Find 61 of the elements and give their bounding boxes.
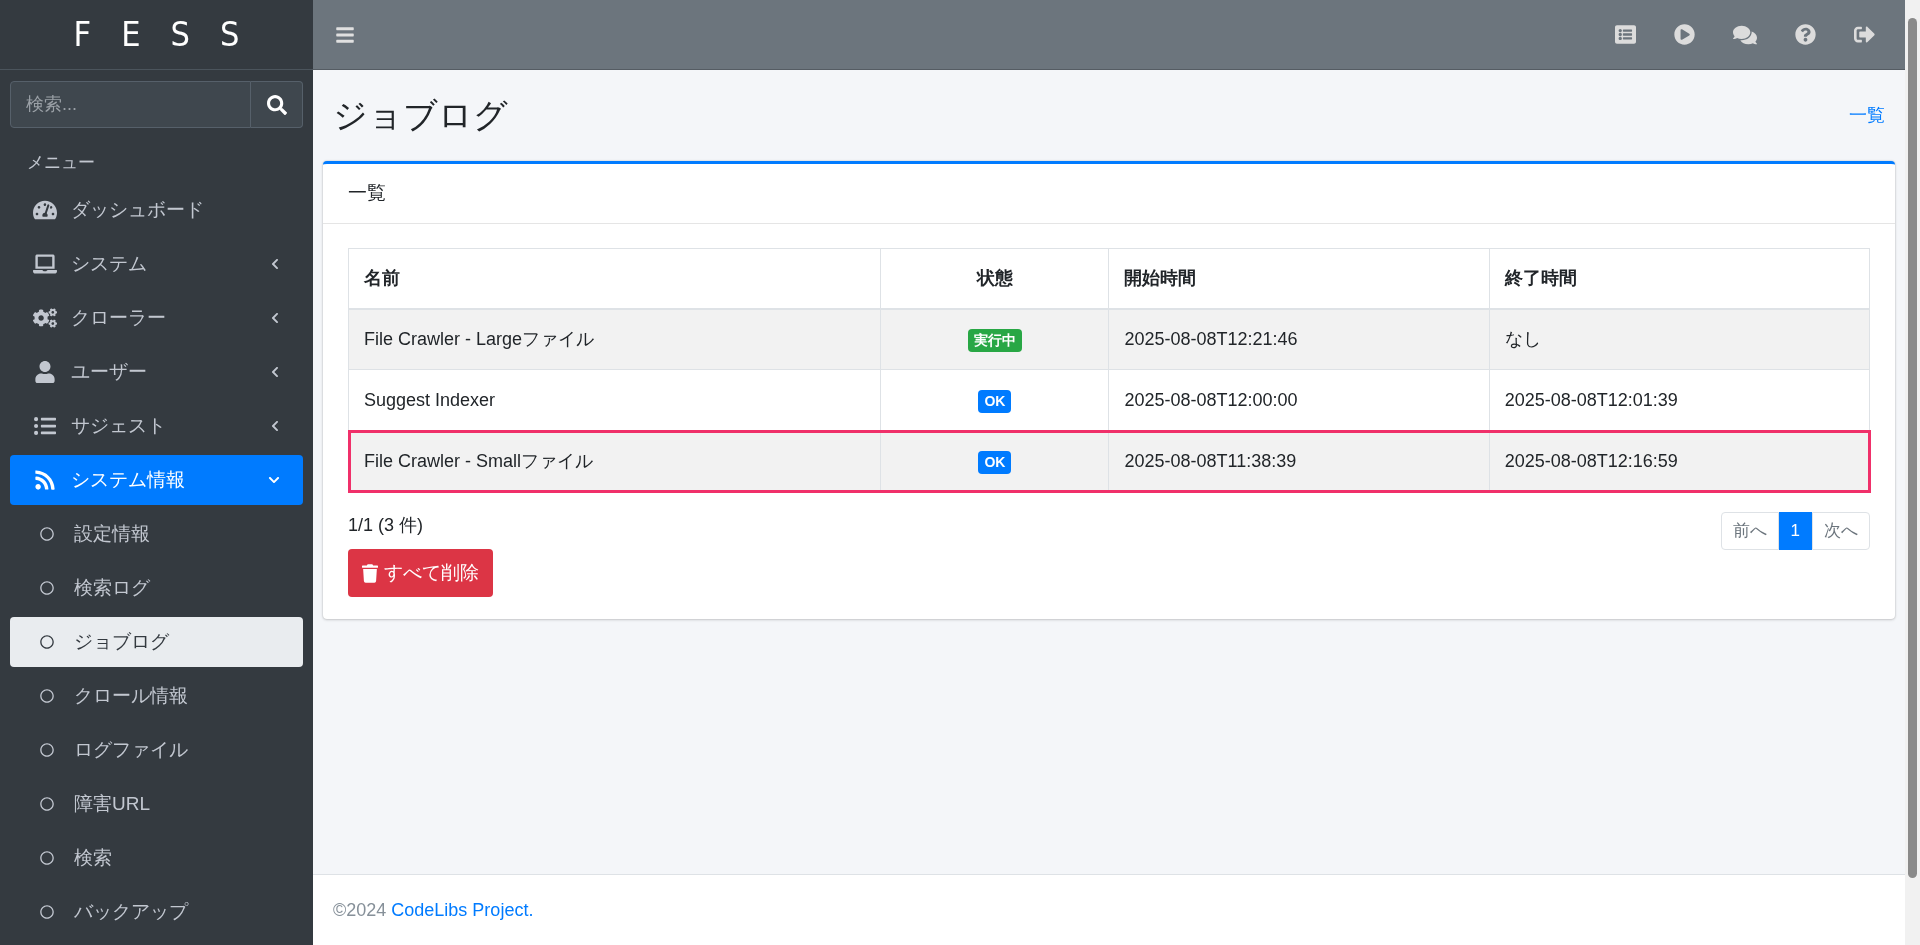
page-info: 1/1 (3 件) [348,514,425,537]
sidebar-item[interactable]: ユーザー [10,347,303,397]
status-badge: 実行中 [967,328,1022,352]
copyright-text: ©2024 CodeLibs Project. [333,898,534,922]
search-button[interactable] [251,81,303,128]
table-cell: 2025-08-08T12:21:46 [1109,308,1490,370]
chat-bubbles-icon [1733,23,1757,46]
table-cell: なし [1489,308,1870,370]
rss-icon [33,469,57,491]
column-header: 終了時間 [1489,248,1870,309]
card-title: 一覧 [348,181,386,206]
table-row[interactable]: File Crawler - Smallファイル OK 2025-08-08T11:38:39 2025-08-08T12:16:59 [348,430,1870,492]
search-icon [266,94,287,115]
sidebar-subitem[interactable]: ジョブログ [10,617,303,667]
list-link[interactable]: 一覧 [1849,102,1885,129]
list-icon [33,415,57,437]
sidebar-subitem[interactable]: クロール情報 [10,671,303,721]
search-field[interactable]: 検索... [10,81,251,128]
list-button[interactable] [1615,24,1636,45]
help-button[interactable] [1795,24,1816,45]
sidebar-item[interactable]: システム情報 [10,455,303,505]
column-header: 状態 [880,248,1109,309]
menu-heading: メニュー [27,151,95,174]
play-icon [1674,24,1695,45]
sidebar-subitem[interactable]: バックアップ [10,887,303,937]
table-row[interactable]: Suggest Indexer OK 2025-08-08T12:00:00 2025-08-08T12:01:39 [348,369,1870,431]
codelibs-link[interactable]: CodeLibs Project. [391,899,534,920]
pagination-button[interactable]: 前へ [1720,512,1779,550]
sidebar-subitem[interactable]: 障害URL [10,779,303,829]
status-badge: OK [978,450,1012,474]
pagination-button[interactable]: 次へ [1812,512,1870,550]
logout-button[interactable] [1854,24,1875,45]
laptop-icon [33,253,57,275]
sidebar-item[interactable]: クローラー [10,293,303,343]
list-icon [1615,24,1636,45]
column-header: 開始時間 [1109,248,1490,309]
menu-icon [335,24,355,45]
page-title: ジョブログ [333,95,508,136]
sign-out-icon [1854,24,1875,45]
help-icon [1795,24,1816,45]
play-button[interactable] [1674,24,1695,45]
gauge-icon [33,199,57,221]
status-badge: OK [978,389,1012,413]
sidebar-item[interactable]: ダッシュボード [10,185,303,235]
gears-icon [33,307,57,329]
pagination-button[interactable]: 1 [1778,512,1812,550]
delete-all-button[interactable]: すべて削除 [348,549,493,597]
sidebar-subitem[interactable]: 設定情報 [10,509,303,559]
column-header: 名前 [348,248,881,309]
logo: FESS [72,13,270,56]
table-row[interactable]: File Crawler - Largeファイル 実行中 2025-08-08T12:21:46 なし [348,308,1870,370]
sidebar-subitem[interactable]: 検索 [10,833,303,883]
sidebar-subitem[interactable]: ログファイル [10,725,303,775]
table-cell: File Crawler - Largeファイル [348,308,881,370]
sidebar-item[interactable]: サジェスト [10,401,303,451]
menu-button[interactable] [335,24,355,45]
trash-icon [362,563,378,583]
sidebar-item[interactable]: システム [10,239,303,289]
sidebar-subitem[interactable]: 検索ログ [10,563,303,613]
user-icon [33,361,57,383]
chat-button[interactable] [1733,23,1757,46]
